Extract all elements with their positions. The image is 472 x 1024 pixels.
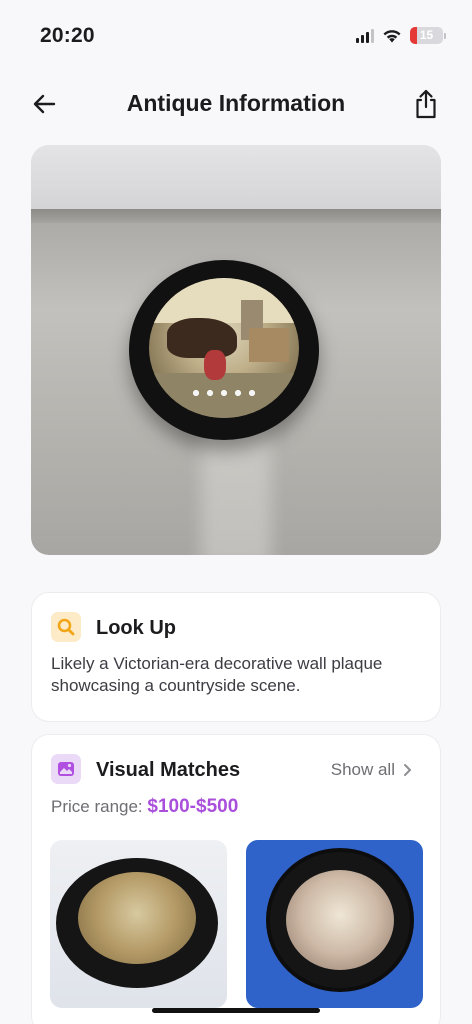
price-range: Price range: $100-$500 <box>51 796 238 818</box>
visual-matches-card: Visual Matches Show all Price range: $10… <box>31 734 441 1024</box>
page-title: Antique Information <box>126 90 346 116</box>
battery-tip <box>444 32 446 39</box>
gallery-icon <box>51 754 81 784</box>
show-all-button[interactable]: Show all <box>331 760 412 780</box>
antique-photo[interactable] <box>31 145 441 555</box>
show-all-label: Show all <box>330 760 395 779</box>
lookup-card: Look Up Likely a Victorian-era decorativ… <box>31 592 441 722</box>
lookup-title: Look Up <box>96 617 176 639</box>
visual-matches-title: Visual Matches <box>96 759 241 781</box>
search-icon <box>51 612 81 642</box>
match-thumbnail[interactable] <box>246 840 423 1008</box>
plaque-image <box>129 260 319 440</box>
chevron-right-icon <box>404 764 411 776</box>
status-icons: 15 <box>356 27 446 44</box>
price-range-value: $100-$500 <box>147 796 239 817</box>
price-range-label: Price range: <box>51 797 143 816</box>
lookup-description: Likely a Victorian-era decorative wall p… <box>51 654 383 695</box>
share-icon[interactable] <box>412 88 440 120</box>
status-bar: 20:20 15 <box>0 0 472 70</box>
battery-level: 15 <box>419 28 434 42</box>
signal-icon <box>356 28 374 43</box>
status-time: 20:20 <box>40 24 95 47</box>
wifi-icon <box>383 30 401 43</box>
home-indicator <box>152 1008 320 1013</box>
match-thumbnail[interactable] <box>50 840 227 1008</box>
battery-icon: 15 <box>410 27 443 44</box>
nav-bar: Antique Information <box>0 80 472 128</box>
